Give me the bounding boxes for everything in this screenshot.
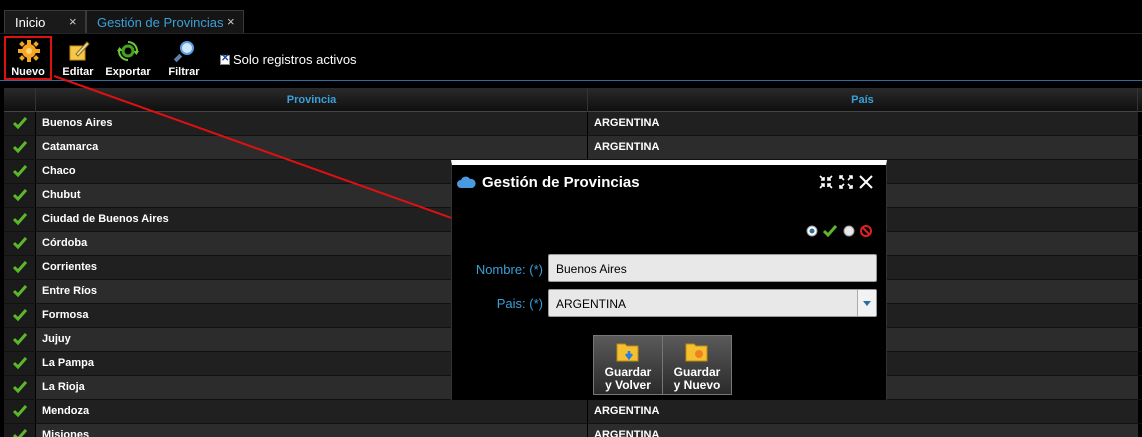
exportar-button[interactable]: Exportar [103, 36, 153, 80]
close-icon[interactable] [859, 175, 873, 189]
active-check-cell [4, 328, 36, 351]
active-check-cell [4, 112, 36, 135]
active-check-cell [4, 424, 36, 437]
check-icon[interactable] [823, 225, 837, 237]
provincia-cell[interactable]: Misiones [36, 424, 588, 437]
table-row[interactable]: Mendoza ARGENTINA [4, 400, 1142, 424]
pais-cell[interactable]: ARGENTINA [588, 424, 1138, 437]
pais-select[interactable]: ARGENTINA [548, 289, 877, 317]
check-icon [13, 237, 27, 249]
tab-bar: Inicio × Gestión de Provincias × [0, 0, 1142, 33]
header-provincia[interactable]: Provincia [36, 88, 588, 112]
nuevo-label: Nuevo [11, 66, 45, 78]
header-pais[interactable]: País [588, 88, 1138, 112]
refresh-export-icon [117, 41, 139, 61]
tab-gestion-label: Gestión de Provincias [97, 15, 224, 30]
folder-save-icon [616, 343, 639, 362]
active-check-cell [4, 208, 36, 231]
check-icon [13, 357, 27, 369]
active-check-cell [4, 136, 36, 159]
close-icon[interactable]: × [227, 14, 235, 29]
dialog-header: Gestión de Provincias [452, 165, 886, 201]
tab-gestion-provincias[interactable]: Gestión de Provincias × [86, 10, 244, 33]
active-check-cell [4, 280, 36, 303]
check-icon [13, 261, 27, 273]
active-check-cell [4, 400, 36, 423]
expand-icon[interactable] [839, 175, 853, 189]
new-gear-icon [18, 40, 40, 62]
checkbox-checked-icon[interactable] [220, 53, 230, 65]
prohibited-icon[interactable] [860, 225, 872, 237]
active-check-cell [4, 184, 36, 207]
grid-header: Provincia País [4, 88, 1142, 112]
tab-inicio[interactable]: Inicio × [4, 10, 86, 33]
filtrar-button[interactable]: Filtrar [160, 36, 208, 80]
solo-activos-label: Solo registros activos [233, 52, 357, 67]
nombre-input[interactable]: Buenos Aires [548, 254, 877, 282]
table-row[interactable]: Catamarca ARGENTINA [4, 136, 1142, 160]
tab-inicio-label: Inicio [15, 15, 46, 30]
active-check-cell [4, 376, 36, 399]
nuevo-button[interactable]: Nuevo [4, 36, 52, 80]
check-icon [13, 405, 27, 417]
guardar-volver-button[interactable]: Guardar y Volver [593, 335, 663, 395]
provincia-cell[interactable]: Mendoza [36, 400, 588, 423]
check-icon [13, 213, 27, 225]
nombre-label: Nombre: (*) [475, 262, 543, 277]
check-icon [13, 429, 27, 437]
check-icon [13, 309, 27, 321]
pais-cell[interactable]: ARGENTINA [588, 112, 1138, 135]
editar-label: Editar [62, 66, 94, 78]
table-row[interactable]: Misiones ARGENTINA [4, 424, 1142, 437]
app-window: Inicio × Gestión de Provincias × Nuevo E… [0, 0, 1142, 437]
guardar-volver-label: Guardar y Volver [604, 365, 652, 392]
dialog-title: Gestión de Provincias [482, 174, 640, 191]
header-active-column [4, 88, 36, 112]
check-icon [13, 165, 27, 177]
folder-new-icon [685, 343, 708, 362]
collapse-icon[interactable] [819, 175, 833, 189]
guardar-nuevo-label: Guardar y Nuevo [673, 365, 721, 392]
active-check-cell [4, 160, 36, 183]
table-row[interactable]: Buenos Aires ARGENTINA [4, 112, 1142, 136]
gestion-provincias-dialog: Gestión de Provincias Nombre: (*) Buenos… [451, 160, 887, 400]
check-icon [13, 285, 27, 297]
check-icon [13, 333, 27, 345]
cloud-icon [457, 176, 476, 188]
exportar-label: Exportar [105, 66, 151, 78]
check-icon [13, 117, 27, 129]
close-icon[interactable]: × [69, 14, 77, 29]
check-icon [13, 189, 27, 201]
active-check-cell [4, 352, 36, 375]
active-check-cell [4, 304, 36, 327]
toolbar: Nuevo Editar Exportar Filtrar S [0, 33, 1142, 81]
pais-selected-value: ARGENTINA [556, 297, 627, 311]
filtrar-label: Filtrar [168, 66, 200, 78]
guardar-nuevo-button[interactable]: Guardar y Nuevo [662, 335, 732, 395]
magnifier-filter-icon [174, 41, 194, 62]
pais-cell[interactable]: ARGENTINA [588, 136, 1138, 159]
active-check-cell [4, 232, 36, 255]
provincia-cell[interactable]: Catamarca [36, 136, 588, 159]
radio-unselected-icon[interactable] [843, 225, 855, 237]
provincia-cell[interactable]: Buenos Aires [36, 112, 588, 135]
check-icon [13, 141, 27, 153]
pais-cell[interactable]: ARGENTINA [588, 400, 1138, 423]
edit-pencil-icon [69, 41, 90, 61]
check-icon [13, 381, 27, 393]
solo-activos-checkbox[interactable]: Solo registros activos [220, 52, 357, 67]
active-check-cell [4, 256, 36, 279]
pais-label: Pais: (*) [496, 296, 543, 311]
editar-button[interactable]: Editar [54, 36, 102, 80]
radio-selected-icon[interactable] [806, 225, 818, 237]
dropdown-arrow-icon[interactable] [857, 290, 876, 316]
